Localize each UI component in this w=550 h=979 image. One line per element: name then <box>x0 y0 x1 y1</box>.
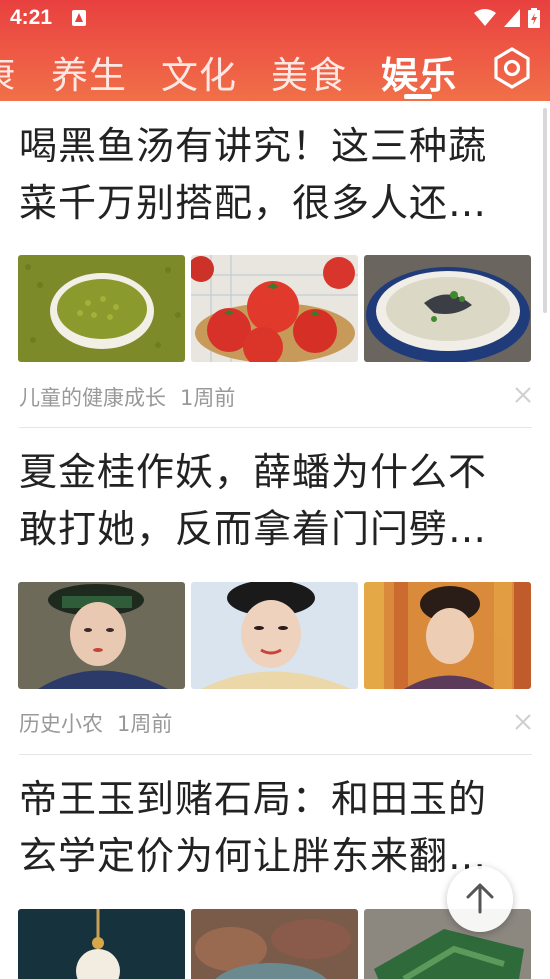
actress-portrait-headdress-image <box>18 582 185 689</box>
dismiss-article-button[interactable] <box>514 386 532 404</box>
tab-culture[interactable]: 文化 <box>161 45 237 99</box>
close-icon <box>515 714 531 730</box>
article-title-line: 喝黑鱼汤有讲究！这三种蔬 <box>19 124 488 168</box>
article-card[interactable]: 夏金桂作妖，薛蟠为什么不 敢打她，反而拿着门闩劈… 历史小农 1周前 <box>0 428 550 755</box>
status-time: 4:21 <box>10 6 53 29</box>
article-title-line: 帝王玉到赌石局：和田玉的 <box>19 777 488 821</box>
status-icons <box>474 8 540 28</box>
actress-portrait-colorful-image <box>364 582 531 689</box>
tab-entertainment[interactable]: 娱乐 <box>381 45 457 99</box>
article-meta: 历史小农 1周前 <box>19 708 172 738</box>
article-thumbnails <box>18 582 531 689</box>
back-to-top-button[interactable] <box>447 866 513 932</box>
battery-icon <box>528 8 540 28</box>
dismiss-article-button[interactable] <box>514 713 532 731</box>
article-title-line: 敢打她，反而拿着门闩劈… <box>19 507 488 551</box>
mung-beans-image <box>18 255 185 362</box>
article-thumbnails <box>18 255 531 362</box>
article-title-line: 夏金桂作妖，薛蟠为什么不 <box>19 450 488 494</box>
jade-pendant-image <box>18 909 185 979</box>
article-title-line: 菜千万别搭配，很多人还… <box>19 181 488 225</box>
notification-a-icon <box>72 10 86 26</box>
article-title[interactable]: 喝黑鱼汤有讲究！这三种蔬 菜千万别搭配，很多人还… <box>19 118 534 232</box>
article-source: 历史小农 <box>19 712 103 736</box>
wifi-icon <box>474 9 496 26</box>
article-source: 儿童的健康成长 <box>19 386 166 410</box>
article-card[interactable]: 喝黑鱼汤有讲究！这三种蔬 菜千万别搭配，很多人还… 儿童的健康成长 1周前 <box>0 101 550 428</box>
arrow-up-icon <box>466 883 494 914</box>
signal-icon <box>504 9 520 27</box>
hexagon-settings-icon <box>494 47 530 89</box>
tomatoes-image <box>191 255 358 362</box>
article-time: 1周前 <box>180 386 236 410</box>
fish-soup-image <box>364 255 531 362</box>
status-bar: 4:21 <box>0 0 550 37</box>
actress-portrait-smiling-image <box>191 582 358 689</box>
tab-health[interactable]: 康 <box>0 45 16 99</box>
active-tab-indicator <box>404 94 432 99</box>
channel-settings-button[interactable] <box>490 46 534 90</box>
article-title[interactable]: 夏金桂作妖，薛蟠为什么不 敢打她，反而拿着门闩劈… <box>19 444 534 558</box>
app-header: 4:21 康 养生 文化 美食 娱乐 <box>0 0 550 101</box>
article-meta: 儿童的健康成长 1周前 <box>19 382 235 412</box>
rough-stone-image <box>191 909 358 979</box>
tab-food[interactable]: 美食 <box>271 45 347 99</box>
tab-wellness[interactable]: 养生 <box>51 45 127 99</box>
category-tabs: 康 养生 文化 美食 娱乐 <box>0 38 470 100</box>
close-icon <box>515 387 531 403</box>
news-feed[interactable]: 喝黑鱼汤有讲究！这三种蔬 菜千万别搭配，很多人还… 儿童的健康成长 1周前 夏金… <box>0 101 550 979</box>
article-time: 1周前 <box>117 712 173 736</box>
feed-scrollbar[interactable] <box>543 108 547 313</box>
